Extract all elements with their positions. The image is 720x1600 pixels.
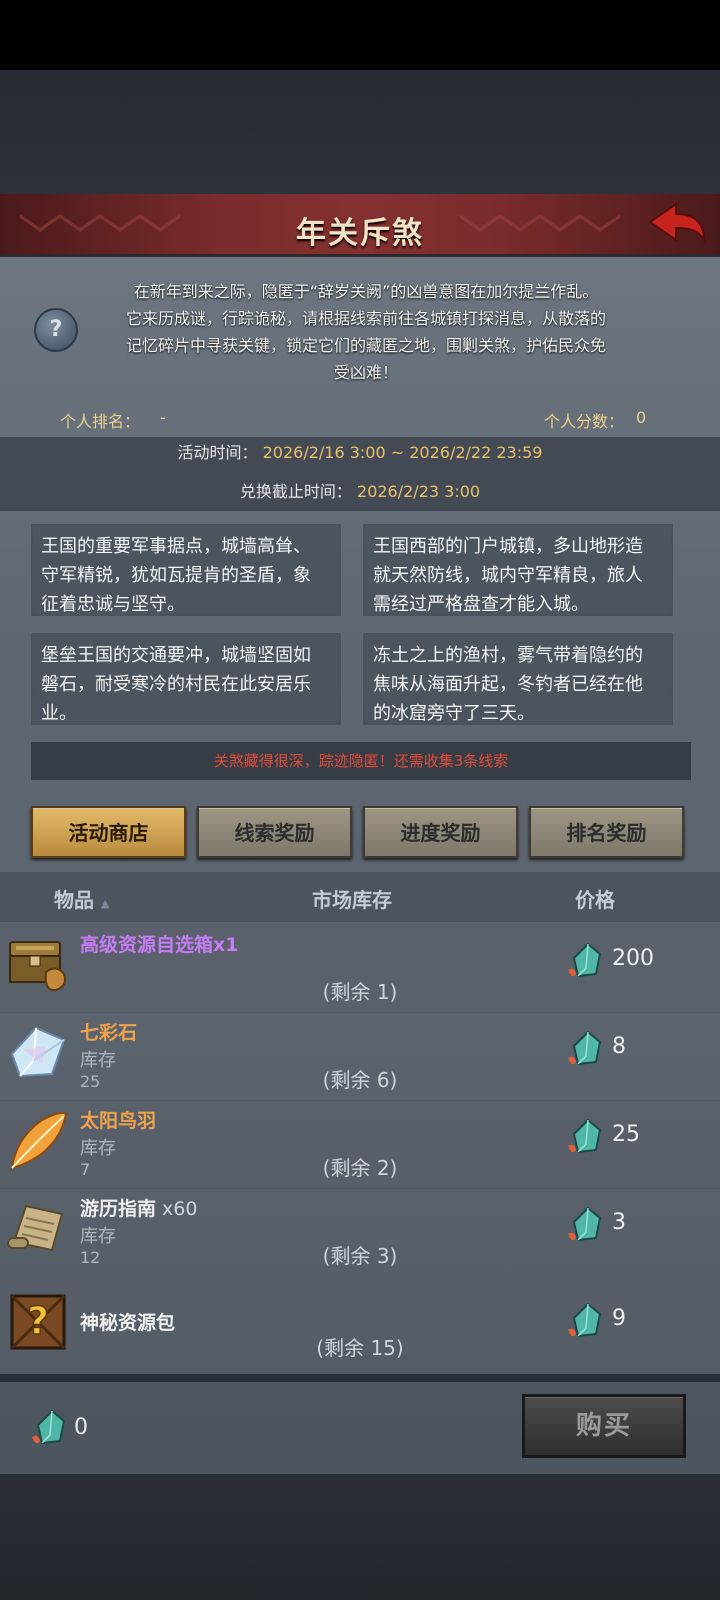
- item-remaining: (剩余 15): [316, 1336, 404, 1360]
- item-quantity: x60: [156, 1198, 198, 1220]
- tab-event-shop[interactable]: 活动商店: [31, 806, 186, 858]
- item-stock-label: 库存: [80, 1138, 116, 1159]
- item-remaining: (剩余 3): [322, 1244, 398, 1268]
- clue-line: 堡垒王国的交通要冲，城墙坚固如: [41, 645, 311, 666]
- shop-item-row[interactable]: 太阳鸟羽 库存 7 (剩余 2) 25: [0, 1100, 720, 1189]
- item-remaining: (剩余 1): [322, 980, 398, 1004]
- svg-text:?: ?: [27, 1299, 49, 1343]
- score-value: 0: [636, 408, 647, 427]
- item-stock-label: 库存: [80, 1050, 116, 1071]
- item-name: 游历指南 x60: [80, 1194, 197, 1221]
- clue-card: 王国西部的门户城镇，多山地形造 就天然防线，城内守军精良，旅人 需经过严格盘查才…: [363, 524, 673, 616]
- item-price: 3: [612, 1210, 626, 1235]
- item-stock-value: 25: [80, 1072, 101, 1091]
- clue-line: 冻土之上的渔村，雾气带着隐约的: [373, 645, 643, 666]
- item-quantity: x1: [213, 934, 239, 956]
- back-arrow-icon: [648, 202, 706, 244]
- clue-card: 堡垒王国的交通要冲，城墙坚固如 磐石，耐受寒冷的村民在此安居乐 业。: [31, 633, 341, 725]
- column-stock: 市场库存: [312, 888, 392, 912]
- activity-time-label: 活动时间：: [177, 443, 258, 462]
- item-price: 8: [612, 1034, 626, 1059]
- score-label: 个人分数：: [544, 412, 625, 431]
- clue-hint: 关煞藏得很深，踪迹隐匿！还需收集3条线索: [31, 742, 691, 780]
- shop-item-row[interactable]: 游历指南 x60 库存 12 (剩余 3) 3: [0, 1188, 720, 1277]
- sunbird-feather-icon: [10, 1111, 68, 1170]
- back-button[interactable]: [646, 200, 708, 246]
- item-name: 神秘资源包: [80, 1308, 175, 1335]
- tab-rank-rewards[interactable]: 排名奖励: [529, 806, 684, 858]
- treasure-chest-icon: [9, 941, 66, 992]
- exchange-deadline-label: 兑换截止时间：: [239, 482, 352, 501]
- buy-button[interactable]: 购买: [522, 1394, 686, 1458]
- crystal-currency-icon: [568, 1030, 602, 1066]
- event-description-line: 记忆碎片中寻获关键，锁定它们的藏匿之地，围剿关煞，护佑民众免: [125, 336, 606, 355]
- clue-line: 焦味从海面升起，冬钓者已经在他: [373, 674, 643, 695]
- clue-line: 的冰窟旁守了三天。: [373, 703, 535, 724]
- shop-item-row[interactable]: ? 神秘资源包 (剩余 15) 9: [0, 1276, 720, 1369]
- exchange-deadline-value: 2026/2/23 3:00: [357, 482, 481, 501]
- activity-time-value: 2026/2/16 3:00 ~ 2026/2/22 23:59: [262, 443, 543, 462]
- help-icon[interactable]: ?: [34, 308, 78, 352]
- crystal-currency-icon: [568, 1206, 602, 1242]
- event-description-line: 在新年到来之际，隐匿于“辞岁关阙”的凶兽意图在加尔提兰作乱。: [133, 282, 599, 301]
- crystal-currency-icon: [32, 1409, 66, 1445]
- mystery-crate-icon: ?: [10, 1294, 66, 1350]
- event-description-line: 它来历成谜，行踪诡秘，请根据线索前往各城镇打探消息，从散落的: [125, 309, 606, 328]
- item-stock-value: 12: [80, 1248, 101, 1267]
- clue-line: 需经过严格盘查才能入城。: [373, 594, 589, 615]
- currency-balance: 0: [74, 1415, 88, 1440]
- crystal-currency-icon: [568, 1302, 602, 1338]
- crystal-currency-icon: [568, 1118, 602, 1154]
- item-remaining: (剩余 6): [322, 1068, 398, 1092]
- crystal-currency-icon: [568, 942, 602, 978]
- rank-label: 个人排名：: [60, 412, 141, 431]
- footer-divider: [0, 1374, 720, 1382]
- status-bar: [0, 0, 720, 70]
- dimmed-backdrop-top: [0, 70, 720, 194]
- page-title: 年关斥煞: [296, 216, 424, 251]
- exchange-deadline: 兑换截止时间： 2026/2/23 3:00: [0, 478, 720, 502]
- clue-card: 冻土之上的渔村，雾气带着隐约的 焦味从海面升起，冬钓者已经在他 的冰窟旁守了三天…: [363, 633, 673, 725]
- item-name: 太阳鸟羽: [80, 1106, 156, 1133]
- column-item[interactable]: 物品 ▲: [54, 884, 109, 913]
- item-remaining: (剩余 2): [322, 1156, 398, 1180]
- item-stock-label: 库存: [80, 1226, 116, 1247]
- column-price: 价格: [575, 888, 615, 912]
- activity-time: 活动时间： 2026/2/16 3:00 ~ 2026/2/22 23:59: [0, 439, 720, 463]
- clue-line: 王国西部的门户城镇，多山地形造: [373, 536, 643, 557]
- shop-item-row[interactable]: 七彩石 库存 25 (剩余 6) 8: [0, 1012, 720, 1101]
- item-name-text: 七彩石: [80, 1022, 138, 1044]
- rainbow-crystal-icon: [10, 1026, 66, 1078]
- clue-line: 就天然防线，城内守军精良，旅人: [373, 565, 643, 586]
- column-item-label: 物品: [54, 888, 94, 912]
- clue-card: 王国的重要军事据点，城墙高耸、 守军精锐，犹如瓦提肯的圣盾，象 征着忠诚与坚守。: [31, 524, 341, 616]
- clue-line: 征着忠诚与坚守。: [41, 594, 185, 615]
- item-name-text: 高级资源自选箱: [80, 934, 214, 956]
- tab-clue-rewards[interactable]: 线索奖励: [197, 806, 352, 858]
- event-description-line: 受凶难！: [333, 363, 398, 382]
- sort-ascending-icon: ▲: [100, 897, 110, 910]
- item-name-text: 游历指南: [80, 1198, 157, 1220]
- shop-item-row[interactable]: 高级资源自选箱x1 (剩余 1) 200: [0, 924, 720, 1013]
- clue-line: 王国的重要军事据点，城墙高耸、: [41, 536, 311, 557]
- item-name: 七彩石: [80, 1018, 137, 1045]
- item-price: 200: [612, 946, 654, 971]
- item-price: 25: [612, 1122, 640, 1147]
- item-name-text: 太阳鸟羽: [80, 1110, 157, 1132]
- item-stock-value: 7: [80, 1160, 91, 1179]
- dimmed-backdrop-bottom: [0, 1474, 720, 1600]
- clue-line: 业。: [41, 703, 77, 724]
- item-name: 高级资源自选箱x1: [80, 930, 239, 957]
- clue-line: 磐石，耐受寒冷的村民在此安居乐: [41, 674, 311, 695]
- item-price: 9: [612, 1306, 626, 1331]
- scroll-icon: [7, 1204, 64, 1252]
- item-name-text: 神秘资源包: [80, 1312, 176, 1334]
- tab-progress-rewards[interactable]: 进度奖励: [363, 806, 518, 858]
- clue-line: 守军精锐，犹如瓦提肯的圣盾，象: [41, 565, 311, 586]
- rank-value: -: [160, 408, 166, 427]
- event-description: 在新年到来之际，隐匿于“辞岁关阙”的凶兽意图在加尔提兰作乱。 它来历成谜，行踪诡…: [86, 278, 646, 386]
